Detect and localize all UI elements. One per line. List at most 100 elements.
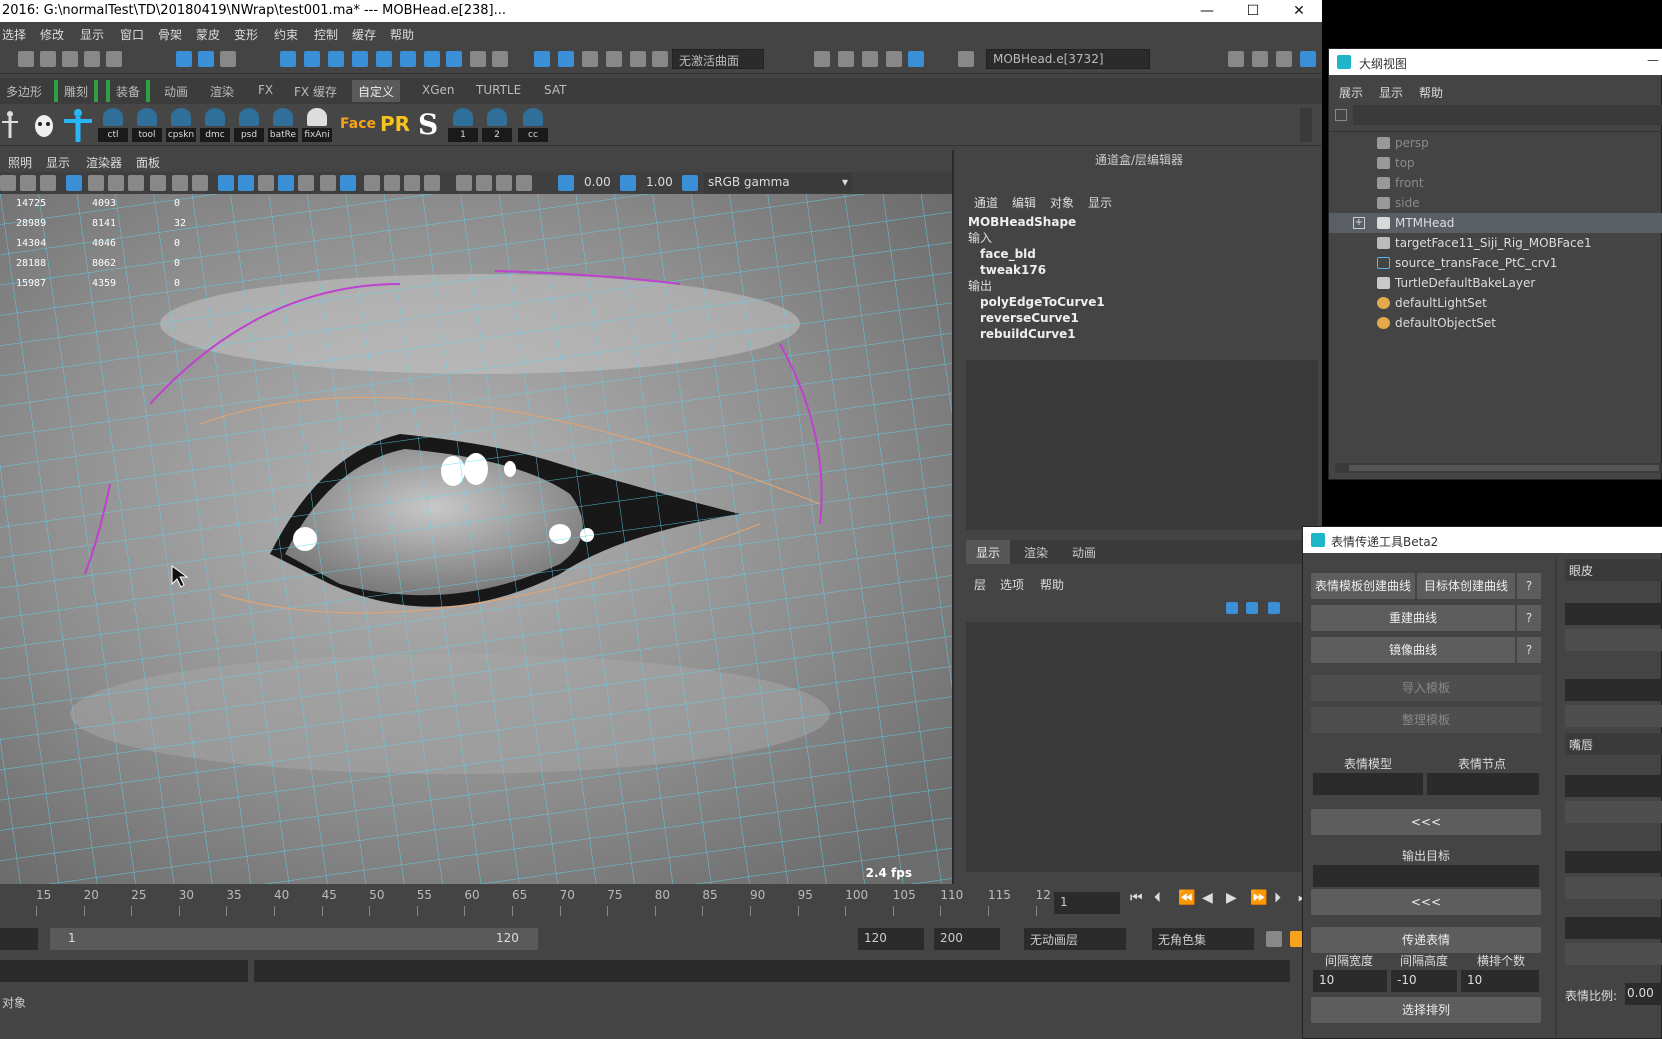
- outliner-item-source-curve[interactable]: source_transFace_PtC_crv1: [1329, 253, 1662, 273]
- template-curve-button[interactable]: 表情模板创建曲线: [1311, 573, 1415, 599]
- shelf-pr-button[interactable]: PR: [380, 112, 410, 136]
- field-chart-icon[interactable]: [150, 175, 166, 191]
- film-gate-icon[interactable]: [88, 175, 104, 191]
- snap-view-plane-icon[interactable]: [352, 51, 368, 67]
- outliner-item-object-set[interactable]: defaultObjectSet: [1329, 313, 1662, 333]
- outliner-title-bar[interactable]: 大纲视图 —: [1329, 49, 1662, 75]
- outliner-item-top[interactable]: top: [1329, 153, 1662, 173]
- minimize-icon[interactable]: —: [1647, 53, 1659, 67]
- help-button[interactable]: ?: [1517, 605, 1541, 631]
- save-scene-icon[interactable]: [62, 51, 78, 67]
- select-by-object-icon[interactable]: [198, 51, 214, 67]
- gate-mask-icon[interactable]: [128, 175, 144, 191]
- ol-menu-display[interactable]: 展示: [1339, 84, 1363, 101]
- snap-grid-icon[interactable]: [280, 51, 296, 67]
- channel-box-icon[interactable]: [1300, 51, 1316, 67]
- camera-bookmark-icon[interactable]: [20, 175, 36, 191]
- resolution-gate-icon[interactable]: [108, 175, 124, 191]
- menu-help[interactable]: 帮助: [390, 26, 414, 43]
- gamma-icon[interactable]: [620, 175, 636, 191]
- snap-vertex-icon[interactable]: [424, 51, 440, 67]
- tab-fx[interactable]: FX: [252, 80, 279, 102]
- open-scene-icon[interactable]: [40, 51, 56, 67]
- shelf-psd-button[interactable]: psd: [234, 108, 264, 142]
- auto-key-icon[interactable]: [1266, 931, 1282, 947]
- anti-aliasing-icon[interactable]: [404, 175, 420, 191]
- menu-modify[interactable]: 修改: [40, 26, 64, 43]
- isolate-select-icon[interactable]: [456, 175, 472, 191]
- outliner-item-light-set[interactable]: defaultLightSet: [1329, 293, 1662, 313]
- character-set-dropdown[interactable]: 无角色集: [1152, 928, 1254, 950]
- menu-cache[interactable]: 缓存: [352, 26, 376, 43]
- output-node[interactable]: reverseCurve1: [968, 310, 1105, 326]
- tab-display-layers[interactable]: 显示: [966, 540, 1011, 564]
- command-input[interactable]: [0, 960, 248, 982]
- layer-menu-help[interactable]: 帮助: [1040, 576, 1064, 593]
- construction-icon[interactable]: [558, 51, 574, 67]
- tab-rigging[interactable]: 装备: [106, 80, 151, 102]
- eyelid-slot[interactable]: [1565, 705, 1662, 727]
- input-node[interactable]: face_bld: [968, 246, 1105, 262]
- time-slider[interactable]: 15 20 25 30 35 40 45 50 55 60 65 70 75 80 85 90 95 100 105…: [0, 884, 1322, 920]
- go-to-start-icon[interactable]: ⏮: [1130, 890, 1143, 906]
- filter-icon[interactable]: [1335, 109, 1347, 121]
- textured-icon[interactable]: [298, 175, 314, 191]
- move-layer-down-icon[interactable]: [1246, 602, 1258, 614]
- input-line-mode-icon[interactable]: [958, 51, 974, 67]
- snap-point-icon[interactable]: [328, 51, 344, 67]
- layer-menu-options[interactable]: 选项: [1000, 576, 1024, 593]
- expression-model-field[interactable]: [1313, 773, 1423, 795]
- motion-blur-icon[interactable]: [384, 175, 400, 191]
- lips-slot[interactable]: [1565, 801, 1662, 823]
- grid-icon[interactable]: [66, 175, 82, 191]
- outliner-item-side[interactable]: side: [1329, 193, 1662, 213]
- eyelid-slot[interactable]: [1565, 679, 1662, 701]
- lips-slot[interactable]: [1565, 917, 1662, 939]
- select-by-hierarchy-icon[interactable]: [176, 51, 192, 67]
- symmetry-icon[interactable]: [582, 51, 598, 67]
- vp-menu-show[interactable]: 显示: [46, 154, 70, 171]
- outliner-item-targetface[interactable]: targetFace11_Siji_Rig_MOBFace1: [1329, 233, 1662, 253]
- play-backward-icon[interactable]: ◀: [1202, 890, 1213, 906]
- viewport-3d[interactable]: 14725 4093 0 28989 8141 32 14304 4046 0 28188 8…: [0, 194, 952, 884]
- current-frame-field[interactable]: 1: [1054, 892, 1120, 914]
- move-layer-up-icon[interactable]: [1226, 602, 1238, 614]
- shelf-face-button[interactable]: Face: [340, 116, 376, 132]
- shelf-s-button[interactable]: S: [418, 108, 438, 141]
- shelf-cpskn-button[interactable]: cpskn: [166, 108, 196, 142]
- xray-icon[interactable]: [476, 175, 492, 191]
- depth-of-field-icon[interactable]: [424, 175, 440, 191]
- outliner-item-mtmhead[interactable]: + MTMHead: [1329, 213, 1662, 233]
- expression-node-field[interactable]: [1427, 773, 1539, 795]
- lips-section-header[interactable]: 嘴唇: [1565, 733, 1662, 755]
- select-arrange-button[interactable]: 选择排列: [1311, 997, 1541, 1023]
- tab-anim-layers[interactable]: 动画: [1062, 540, 1106, 564]
- menu-skin[interactable]: 蒙皮: [196, 26, 220, 43]
- horizontal-scrollbar[interactable]: [1335, 463, 1662, 473]
- vp-menu-panels[interactable]: 面板: [136, 154, 160, 171]
- maximize-button[interactable]: ☐: [1230, 0, 1276, 22]
- ratio-field[interactable]: 0.00: [1625, 983, 1662, 1005]
- ambient-occlusion-icon[interactable]: [364, 175, 380, 191]
- default-material-icon[interactable]: [258, 175, 274, 191]
- live-surface-field[interactable]: 无激活曲面: [672, 49, 764, 69]
- close-button[interactable]: ✕: [1276, 0, 1322, 22]
- outliner-item-turtle-layer[interactable]: TurtleDefaultBakeLayer: [1329, 273, 1662, 293]
- grease-pencil-icon[interactable]: [40, 175, 56, 191]
- exposure-value[interactable]: 0.00: [584, 175, 611, 189]
- snap-surface-icon[interactable]: [400, 51, 416, 67]
- select-by-component-icon[interactable]: [220, 51, 236, 67]
- step-back-frame-icon[interactable]: ⏴: [1154, 890, 1161, 906]
- lights-icon[interactable]: [320, 175, 336, 191]
- exposure-icon[interactable]: [558, 175, 574, 191]
- undo-icon[interactable]: [84, 51, 100, 67]
- rebuild-curve-button[interactable]: 重建曲线: [1311, 605, 1515, 631]
- step-back-key-icon[interactable]: ⏪: [1178, 890, 1195, 906]
- menu-windows[interactable]: 窗口: [120, 26, 144, 43]
- anim-layer-dropdown[interactable]: 无动画层: [1024, 928, 1126, 950]
- shelf-cc-button[interactable]: cc: [518, 108, 548, 142]
- range-bar[interactable]: 1 120: [50, 928, 538, 950]
- tool-title-bar[interactable]: 表情传递工具Beta2: [1303, 527, 1662, 553]
- query-icon[interactable]: [446, 51, 462, 67]
- shelf-1-button[interactable]: 1: [448, 108, 478, 142]
